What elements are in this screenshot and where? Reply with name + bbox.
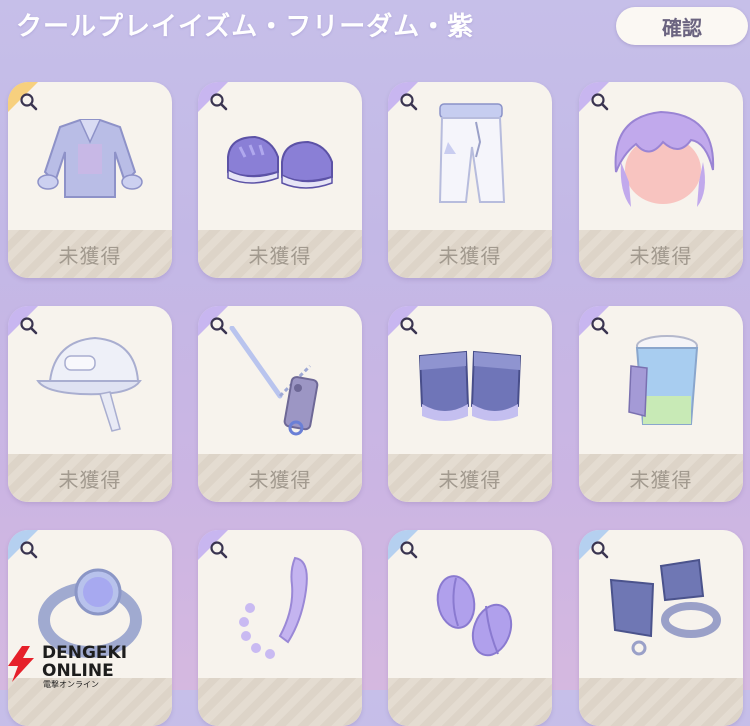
status-label: 未獲得 [579, 230, 743, 278]
logo-text-line2: ONLINE [42, 661, 114, 681]
status-label [198, 678, 362, 726]
coffee-beans-icon [436, 575, 513, 657]
item-card-cup[interactable]: 未獲得 [579, 306, 743, 502]
hair-icon [614, 110, 715, 207]
shoes-icon [227, 135, 333, 189]
dengeki-online-logo: DENGEKI ONLINE 電撃オンライン [4, 640, 134, 689]
lightning-logo-icon [8, 646, 34, 682]
earring-icon [239, 556, 308, 659]
item-card-bracelet[interactable] [579, 530, 743, 726]
pants-icon [438, 103, 506, 203]
jacket-icon [37, 119, 143, 198]
item-card-hair[interactable]: 未獲得 [579, 82, 743, 278]
item-card-phone-strap[interactable]: 未獲得 [198, 306, 362, 502]
item-card-shoes[interactable]: 未獲得 [198, 82, 362, 278]
item-card-ring[interactable] [8, 530, 172, 726]
item-card-beans[interactable] [388, 530, 552, 726]
item-card-pants[interactable]: 未獲得 [388, 82, 552, 278]
item-card-gloves[interactable]: 未獲得 [388, 306, 552, 502]
status-label: 未獲得 [388, 454, 552, 502]
cup-icon [628, 335, 699, 425]
status-label: 未獲得 [579, 454, 743, 502]
phone-strap-icon [229, 326, 319, 436]
cap-icon [36, 336, 142, 432]
item-card-cap[interactable]: 未獲得 [8, 306, 172, 502]
status-label: 未獲得 [388, 230, 552, 278]
status-label: 未獲得 [8, 230, 172, 278]
item-card-jacket[interactable]: 未獲得 [8, 82, 172, 278]
status-label [579, 678, 743, 726]
status-label: 未獲得 [198, 230, 362, 278]
gloves-icon [418, 350, 522, 421]
item-grid: 未獲得 未獲得 未獲得 未獲得 未獲得 未獲得 未獲得 未獲得 [0, 0, 750, 726]
status-label [388, 678, 552, 726]
status-label: 未獲得 [198, 454, 362, 502]
bracelet-icon [609, 558, 721, 656]
status-label: 未獲得 [8, 454, 172, 502]
item-card-earring[interactable] [198, 530, 362, 726]
logo-subtext: 電撃オンライン [43, 680, 99, 689]
logo-text-line1: DENGEKI [42, 643, 128, 663]
